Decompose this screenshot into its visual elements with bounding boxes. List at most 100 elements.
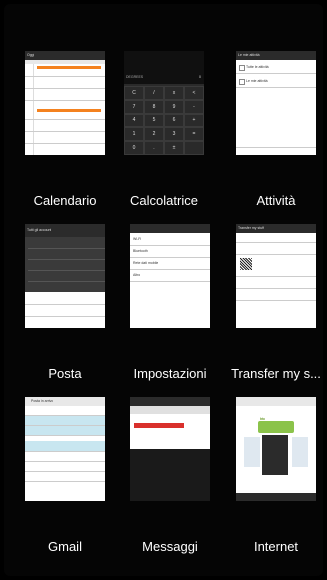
thumb-gridline <box>28 270 105 271</box>
thumb-titlebar: Tutti gli account <box>25 224 105 237</box>
transfer-thumbnail[interactable]: Transfer my stuff <box>236 224 316 328</box>
thumb-gridline <box>25 304 105 305</box>
qr-code-icon <box>240 258 252 270</box>
calc-key: 5 <box>144 113 164 128</box>
thumb-title: Oggi <box>27 53 35 57</box>
calc-key: 7 <box>124 99 144 114</box>
thumb-gridline <box>130 269 210 270</box>
settings-item: Bluetooth <box>133 249 148 253</box>
tasks-thumbnail[interactable]: Le mie attività Tutte le attività Le mie… <box>236 51 316 155</box>
calculator-thumbnail[interactable]: DEGREES 0 C / x <7 8 9- 4 5 6 +1 2 3 = 0. ± <box>124 51 204 155</box>
app-label: Calcolatrice <box>130 193 198 208</box>
calc-display: DEGREES 0 <box>124 51 204 84</box>
thumb-gridline <box>236 254 316 255</box>
browser-phone-image <box>262 435 288 475</box>
browser-banner <box>258 421 294 433</box>
keyboard-thumbnail <box>130 449 210 501</box>
settings-item: Altro <box>133 273 141 277</box>
app-label: Internet <box>253 539 299 554</box>
thumb-gridline <box>25 119 105 120</box>
mail-folder-list <box>25 237 105 292</box>
thumb-title: Posta in arrivo <box>31 399 54 403</box>
thumb-gridline <box>236 288 316 289</box>
thumb-gridline <box>130 245 210 246</box>
calc-key: x <box>164 86 184 100</box>
task-item: Le mie attività <box>246 79 268 83</box>
calendar-event <box>37 109 101 112</box>
browser-toolbar <box>236 493 316 501</box>
messages-recipient <box>130 406 210 414</box>
thumb-weekdays <box>25 60 105 64</box>
thumb-gridline <box>25 316 105 317</box>
thumb-title: Transfer my stuff <box>238 226 265 230</box>
browser-phone-image <box>292 437 308 467</box>
browser-phone-image <box>244 437 260 467</box>
thumb-gridline <box>25 425 105 426</box>
thumb-gridline <box>236 147 316 148</box>
checkbox-icon <box>239 65 245 71</box>
mail-thumbnail[interactable]: Tutti gli account <box>25 224 105 328</box>
thumb-gridline <box>236 300 316 301</box>
settings-thumbnail[interactable]: Wi-Fi Bluetooth Rete dati mobile Altro <box>130 224 210 328</box>
calc-key: 0 <box>124 141 144 155</box>
thumb-gridline <box>28 248 105 249</box>
calc-key: = <box>184 127 204 142</box>
thumb-titlebar: Le mie attività <box>236 51 316 60</box>
calc-value: 0 <box>199 75 201 79</box>
calc-key: . <box>144 141 164 155</box>
thumb-gridline <box>236 276 316 277</box>
calc-keypad: C / x <7 8 9- 4 5 6 +1 2 3 = 0. ± <box>124 86 204 155</box>
calc-key: 3 <box>164 127 184 142</box>
app-label: Attività <box>256 193 296 208</box>
thumb-titlebar: Transfer my stuff <box>236 224 316 233</box>
thumb-title: Tutti gli account <box>27 228 52 232</box>
calc-key: 2 <box>144 127 164 142</box>
thumb-gridline <box>130 257 210 258</box>
thumb-gridline <box>25 461 105 462</box>
thumb-titlebar <box>236 397 316 406</box>
thumb-titlebar: Oggi <box>25 51 105 60</box>
internet-thumbnail[interactable]: htc <box>236 397 316 501</box>
thumb-gridline <box>236 87 316 88</box>
thumb-gridline <box>25 435 105 436</box>
thumb-gridline <box>25 88 105 89</box>
thumb-gridline <box>28 259 105 260</box>
recent-apps-screen: Oggi Calendario DEGREES 0 C / x <7 8 9-4 5 6 +1 2… <box>4 4 323 576</box>
app-label: Transfer my s... <box>231 366 321 381</box>
thumb-gridline <box>25 471 105 472</box>
calc-key <box>184 141 204 155</box>
calc-key: 6 <box>164 113 184 128</box>
thumb-gridline <box>236 73 316 74</box>
thumb-gridline <box>25 415 105 416</box>
calc-key: / <box>144 86 164 100</box>
task-item: Tutte le attività <box>246 65 269 69</box>
thumb-title: Le mie attività <box>238 53 260 57</box>
thumb-gridline <box>25 481 105 482</box>
calc-key: 4 <box>124 113 144 128</box>
gmail-thumbnail[interactable]: Posta in arrivo <box>25 397 105 501</box>
thumb-gridline <box>236 242 316 243</box>
calendar-event <box>37 66 101 69</box>
thumb-gridline <box>25 100 105 101</box>
calc-mode: DEGREES <box>126 75 144 79</box>
calendar-thumbnail[interactable]: Oggi <box>25 51 105 155</box>
checkbox-icon <box>239 79 245 85</box>
thumb-gridline <box>33 64 34 155</box>
thumb-gridline <box>25 451 105 452</box>
thumb-gridline <box>25 131 105 132</box>
thumb-gridline <box>130 281 210 282</box>
thumb-titlebar: Posta in arrivo <box>25 397 105 406</box>
thumb-titlebar <box>130 397 210 406</box>
message-bubble <box>134 423 184 428</box>
thumb-gridline <box>25 143 105 144</box>
calc-key: 1 <box>124 127 144 142</box>
settings-item: Wi-Fi <box>133 237 142 241</box>
calc-key: - <box>184 99 204 114</box>
messages-thumbnail[interactable] <box>130 397 210 501</box>
thumb-gridline <box>28 281 105 282</box>
calc-key: 9 <box>164 99 184 114</box>
calc-key: C <box>124 86 144 100</box>
calc-key: < <box>184 86 204 100</box>
thumb-gridline <box>25 76 105 77</box>
calc-key: 8 <box>144 99 164 114</box>
